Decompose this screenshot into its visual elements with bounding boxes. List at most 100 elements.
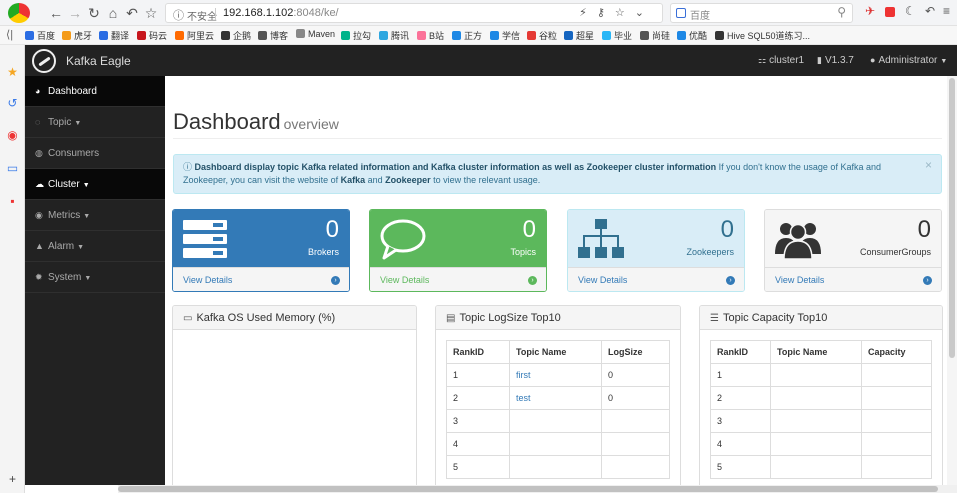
page-title-text: Dashboard [173, 109, 281, 134]
chevron-down-icon[interactable]: ⌄ [635, 7, 654, 19]
browser-window: ← → ↻ ⌂ ↶ ☆ ⓘ 不安全 192.168.1.102:8048/ke/… [0, 0, 957, 493]
browser-logo-icon[interactable] [8, 3, 30, 23]
bookmark-label: Maven [308, 29, 336, 39]
undo-close-icon[interactable]: ↶ [925, 4, 935, 18]
brand-name[interactable]: Kafka Eagle [66, 54, 131, 68]
pdf-extension-icon[interactable] [885, 7, 895, 17]
bookmark-item[interactable]: B站 [417, 29, 444, 42]
view-details-link[interactable]: View Details [380, 275, 429, 285]
user-menu[interactable]: ● Administrator ▼ [870, 55, 947, 66]
key-icon[interactable]: ⚷ [597, 7, 615, 19]
bookmark-label: 百度 [37, 31, 56, 41]
arrow-circle-right-icon[interactable]: › [331, 276, 340, 285]
arrow-circle-right-icon[interactable]: › [528, 276, 537, 285]
column-header[interactable]: Topic Name [770, 340, 862, 364]
view-details-link[interactable]: View Details [578, 275, 627, 285]
bookmark-item[interactable]: 腾讯 [379, 29, 409, 42]
view-details-link[interactable]: View Details [775, 275, 824, 285]
bookmark-item[interactable]: 超星 [564, 29, 594, 42]
topic-link[interactable]: test [509, 386, 602, 410]
bookmark-star-icon[interactable]: ☆ [615, 7, 635, 19]
sidebar-item-cluster[interactable]: ☁ Cluster ▼ [25, 169, 165, 200]
bookmark-favicon-icon [221, 31, 230, 40]
scrollbar-thumb[interactable] [118, 486, 938, 492]
vertical-scrollbar[interactable] [947, 76, 957, 485]
menu-icon[interactable]: ≡ [943, 4, 950, 18]
sidebar-toggle-icon[interactable]: ⟨| [6, 28, 13, 41]
zookeepers-label: Zookeepers [686, 247, 734, 257]
close-icon[interactable]: × [925, 159, 932, 172]
bookmark-item[interactable]: 翻译 [99, 29, 129, 42]
cluster-switch[interactable]: ⚏ cluster1 [758, 55, 804, 66]
undo-icon[interactable]: ↶ [124, 4, 140, 22]
add-icon[interactable]: + [6, 473, 19, 486]
arrow-circle-right-icon[interactable]: › [923, 276, 932, 285]
address-bar[interactable]: ⓘ 不安全 192.168.1.102:8048/ke/ ⚡⚷☆⌄ [165, 3, 663, 23]
column-header[interactable]: RankID [710, 340, 771, 364]
magnifier-icon[interactable]: ⚲ [837, 5, 846, 19]
sidebar-item-system[interactable]: ✹ System ▼ [25, 262, 165, 293]
alert-kafka-link[interactable]: Kafka [341, 175, 366, 185]
sidebar-item-metrics[interactable]: ◉ Metrics ▼ [25, 200, 165, 231]
alert-zookeeper-link[interactable]: Zookeeper [385, 175, 431, 185]
lightning-icon[interactable]: ⚡ [579, 7, 597, 19]
scrollbar-thumb[interactable] [949, 78, 955, 358]
notes-icon[interactable]: ▪ [6, 195, 19, 208]
night-mode-icon[interactable]: ☾ [905, 4, 916, 18]
bookmark-item[interactable]: 尚硅 [640, 29, 670, 42]
bookmark-item[interactable]: 博客 [258, 29, 288, 42]
horizontal-scrollbar[interactable] [118, 485, 957, 493]
back-icon[interactable]: ← [48, 4, 64, 22]
table-cell: 2 [710, 386, 771, 410]
mail-icon[interactable]: ▭ [6, 162, 19, 175]
sidebar-item-dashboard[interactable]: ◕ Dashboard [25, 76, 165, 107]
topics-view-details[interactable]: View Details › [370, 267, 546, 291]
sidebar-item-consumers[interactable]: ◍ Consumers [25, 138, 165, 169]
history-icon[interactable]: ↺ [6, 97, 19, 110]
arrow-circle-right-icon[interactable]: › [726, 276, 735, 285]
consumer-groups-view-details[interactable]: View Details › [765, 267, 941, 291]
bookmark-item[interactable]: 阿里云 [175, 29, 214, 42]
bookmark-item[interactable]: 毕业 [602, 29, 632, 42]
column-header[interactable]: Capacity [861, 340, 932, 364]
bookmark-favicon-icon [25, 31, 34, 40]
view-details-link[interactable]: View Details [183, 275, 232, 285]
forward-icon[interactable]: → [67, 4, 83, 22]
bookmark-item[interactable]: 拉勾 [341, 29, 371, 42]
eagle-logo-icon[interactable] [32, 49, 56, 73]
version-link[interactable]: ▮ V1.3.7 [817, 55, 854, 66]
bookmark-item[interactable]: 虎牙 [62, 29, 92, 42]
info-icon[interactable]: ⓘ [173, 7, 184, 23]
bookmark-item[interactable]: 谷粒 [527, 29, 557, 42]
sidebar-item-alarm[interactable]: ▲ Alarm ▼ [25, 231, 165, 262]
bookmark-item[interactable]: 优酷 [677, 29, 707, 42]
bookmark-item[interactable]: 学信 [490, 29, 520, 42]
reload-icon[interactable]: ↻ [86, 4, 102, 22]
sidebar-item-topic[interactable]: ◌ Topic ▼ [25, 107, 165, 138]
weibo-icon[interactable]: ◉ [6, 129, 19, 142]
column-header[interactable]: LogSize [601, 340, 670, 364]
bookmark-item[interactable]: 企鹅 [221, 29, 251, 42]
favorites-star-icon[interactable]: ★ [6, 66, 19, 79]
bookmark-item[interactable]: Maven [296, 29, 335, 39]
bookmark-item[interactable]: 百度 [25, 29, 55, 42]
column-header[interactable]: RankID [446, 340, 510, 364]
browser-side-panel: ★ ↺ ◉ ▭ ▪ + [0, 45, 25, 493]
comment-bubble-icon [380, 219, 426, 260]
panel-heading: ▤ Topic LogSize Top10 [436, 306, 680, 330]
topic-link[interactable]: first [509, 363, 602, 387]
zookeepers-view-details[interactable]: View Details › [568, 267, 744, 291]
brokers-view-details[interactable]: View Details › [173, 267, 349, 291]
bookmark-item[interactable]: 码云 [137, 29, 167, 42]
column-header[interactable]: Topic Name [509, 340, 602, 364]
search-input[interactable]: 百度 ⚲ [670, 3, 853, 23]
extension-icon[interactable]: ✈ [865, 4, 875, 18]
bookmark-item[interactable]: Hive SQL50道练习... [715, 29, 810, 42]
url-text[interactable]: 192.168.1.102:8048/ke/ [223, 7, 339, 19]
star-icon[interactable]: ☆ [143, 4, 159, 22]
home-icon[interactable]: ⌂ [105, 4, 121, 22]
alert-and: and [365, 175, 386, 185]
table-header-row: RankID Topic Name LogSize [446, 340, 670, 364]
table-cell [861, 363, 932, 387]
bookmark-item[interactable]: 正方 [452, 29, 482, 42]
